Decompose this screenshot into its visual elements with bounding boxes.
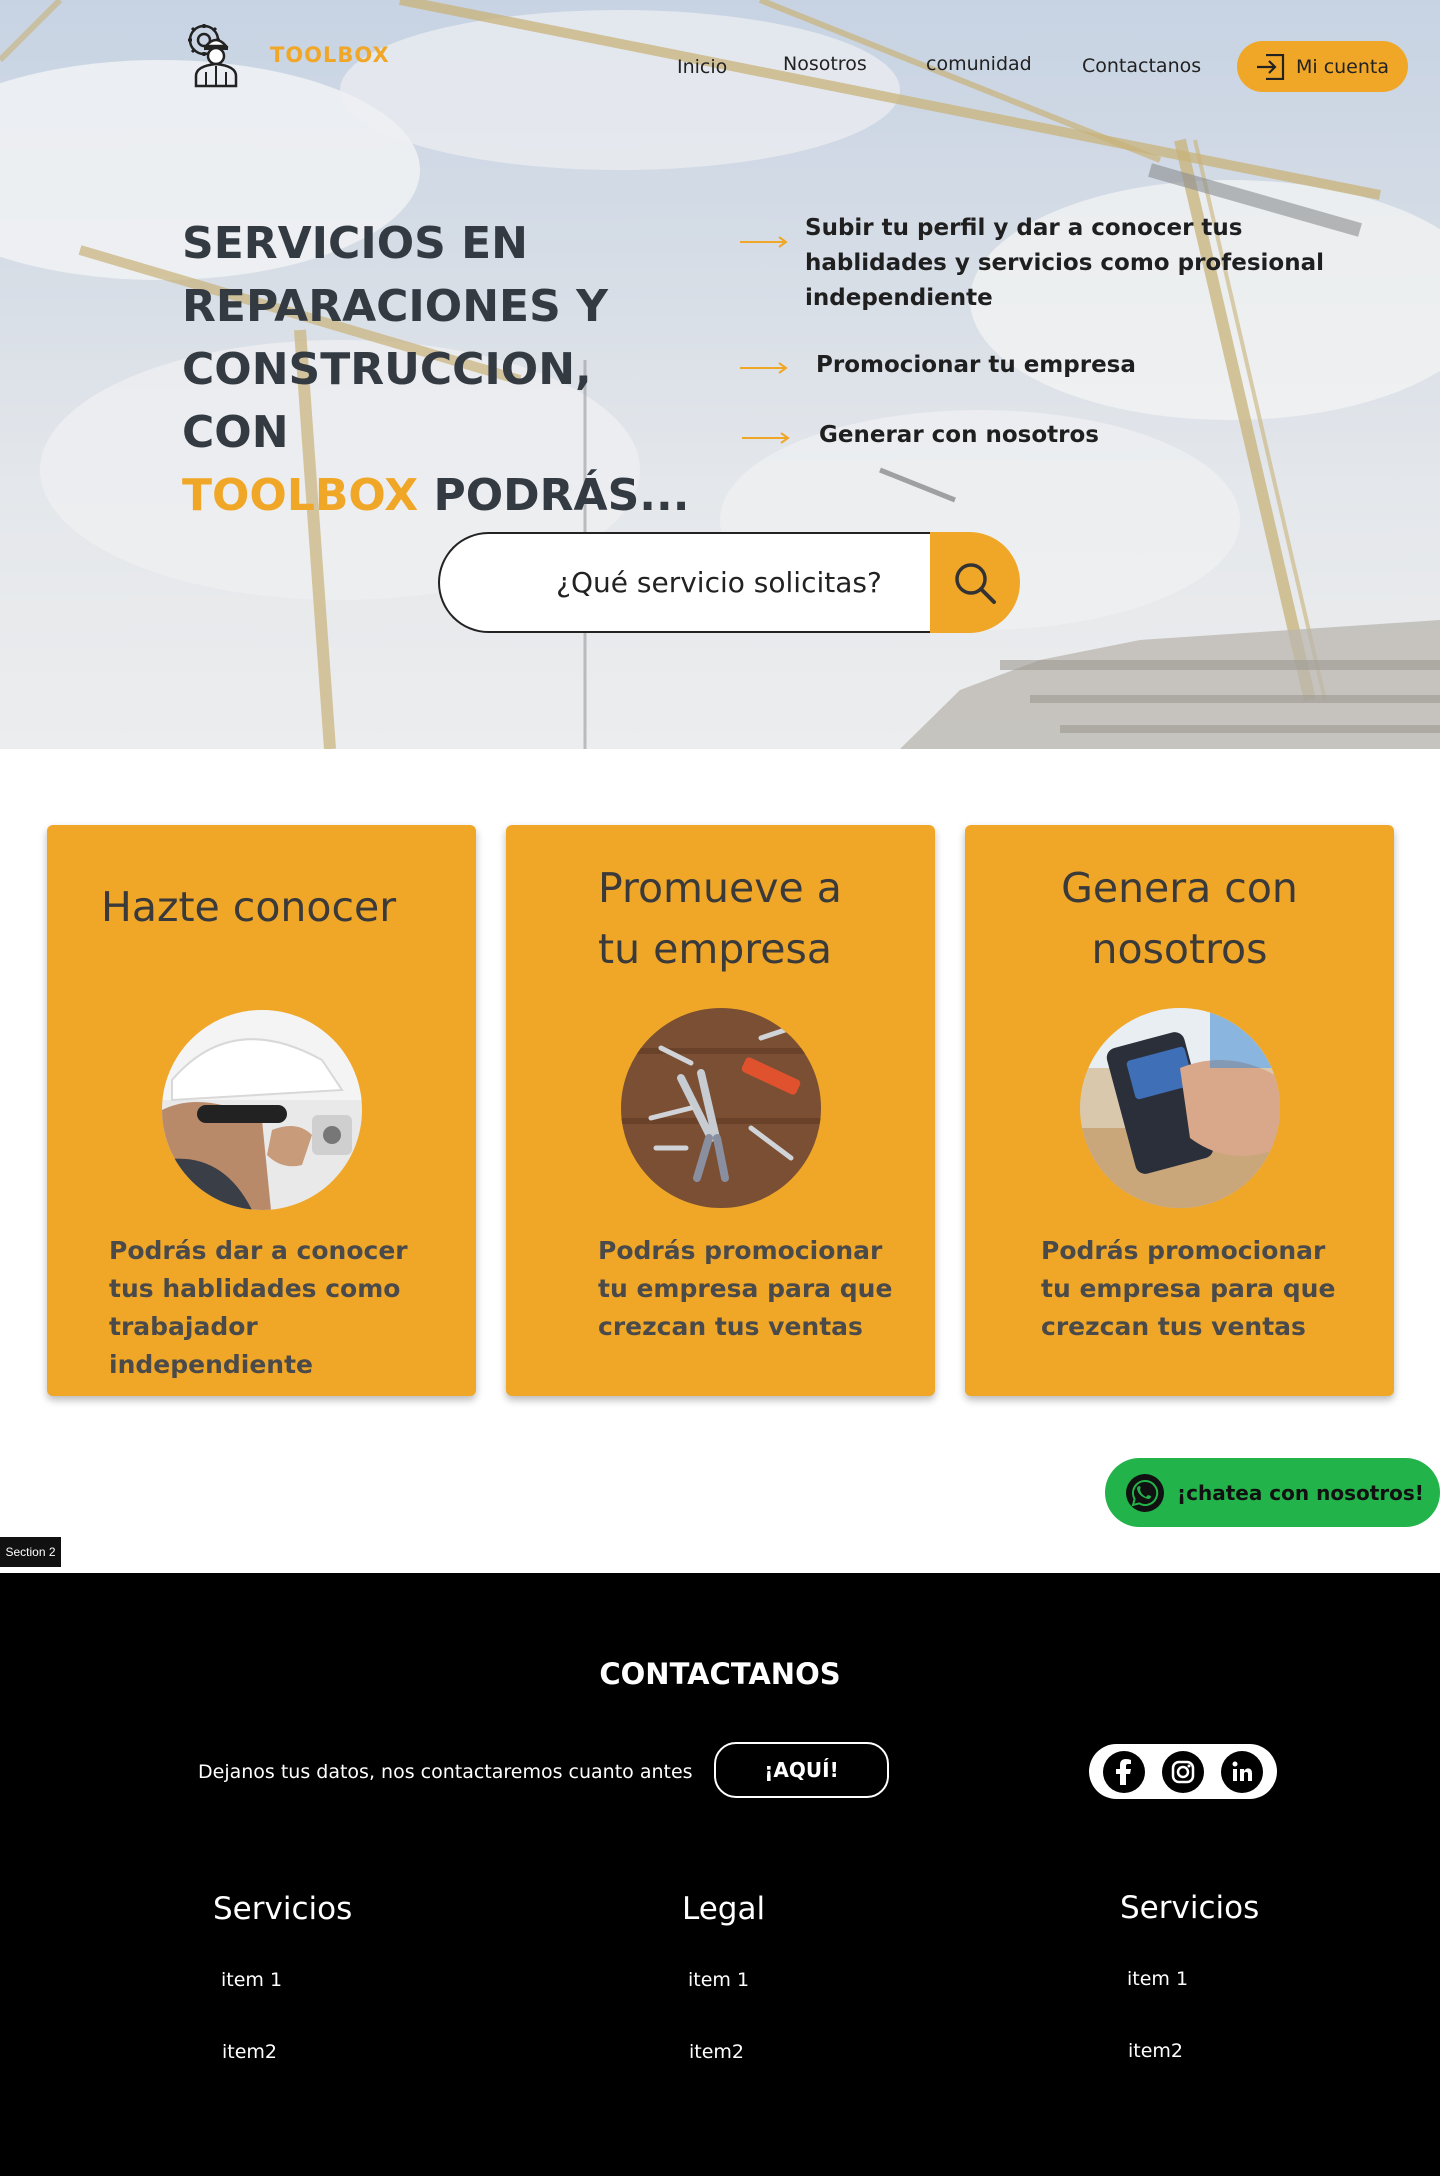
card-image-payment bbox=[1079, 1008, 1280, 1208]
brand-name: TOOLBOX bbox=[270, 43, 390, 67]
whatsapp-icon bbox=[1126, 1473, 1164, 1512]
footer-link[interactable]: item 1 bbox=[688, 1969, 749, 1991]
footer-column-title: Servicios bbox=[213, 1891, 353, 1927]
feature-card[interactable]: Promueve a tu empresa Podrás promocionar… bbox=[506, 825, 935, 1396]
whatsapp-label: ¡chatea con nosotros! bbox=[1177, 1480, 1424, 1505]
contact-here-button[interactable]: ¡AQUÍ! bbox=[714, 1742, 889, 1798]
account-label: Mi cuenta bbox=[1295, 55, 1390, 78]
worker-logo-icon bbox=[188, 24, 238, 88]
hero-title-line: REPARACIONES Y bbox=[182, 281, 608, 332]
nav-link-contactanos[interactable]: Contactanos bbox=[1082, 55, 1201, 77]
footer-link[interactable]: item2 bbox=[1128, 2040, 1183, 2062]
hero-title-line: TOOLBOX PODRÁS... bbox=[182, 464, 702, 527]
hero-feature-item: Generar con nosotros bbox=[819, 418, 1099, 453]
hero-title-accent: TOOLBOX bbox=[182, 470, 419, 521]
hero-feature-item: Promocionar tu empresa bbox=[816, 348, 1136, 383]
hero-feature-text: Generar con nosotros bbox=[819, 422, 1099, 448]
instagram-icon[interactable] bbox=[1161, 1750, 1204, 1793]
feature-card[interactable]: Hazte conocer Podrás dar a conocer tus h… bbox=[47, 825, 476, 1396]
hero-title-line: SERVICIOS EN bbox=[182, 218, 529, 269]
hero-title-end: PODRÁS... bbox=[418, 470, 690, 521]
card-image-tools bbox=[620, 1008, 821, 1208]
footer-link[interactable]: item 1 bbox=[221, 1969, 282, 1991]
facebook-icon[interactable] bbox=[1103, 1750, 1146, 1793]
footer-link[interactable]: item2 bbox=[222, 2041, 277, 2063]
arrow-right-icon bbox=[740, 362, 788, 374]
footer-link[interactable]: item 1 bbox=[1127, 1968, 1188, 1990]
hero-feature-item: Subir tu perfil y dar a conocer tus habl… bbox=[805, 211, 1325, 316]
search-icon bbox=[955, 562, 996, 604]
footer: CONTACTANOS Dejanos tus datos, nos conta… bbox=[0, 1573, 1440, 2176]
whatsapp-chat-button[interactable]: ¡chatea con nosotros! bbox=[1105, 1458, 1440, 1527]
account-button[interactable]: Mi cuenta bbox=[1237, 41, 1408, 92]
card-title: Genera con nosotros bbox=[1061, 864, 1298, 973]
brand-logo[interactable]: TOOLBOX bbox=[182, 22, 390, 88]
nav-link-comunidad[interactable]: comunidad bbox=[926, 53, 1032, 75]
login-icon bbox=[1256, 53, 1285, 80]
arrow-right-icon bbox=[740, 236, 788, 248]
footer-column-title: Servicios bbox=[1120, 1890, 1260, 1926]
section-label: Section 2 bbox=[0, 1537, 61, 1567]
card-description: Podrás dar a conocer tus hablidades como… bbox=[109, 1236, 408, 1379]
card-description: Podrás promocionar tu empresa para que c… bbox=[598, 1236, 893, 1341]
social-links bbox=[1089, 1744, 1277, 1799]
hero-feature-text: Promocionar tu empresa bbox=[816, 352, 1136, 378]
hero-feature-text: Subir tu perfil y dar a conocer tus habl… bbox=[805, 215, 1324, 311]
arrow-right-icon bbox=[742, 432, 790, 444]
hero-title-line: CONSTRUCCION, CON bbox=[182, 344, 592, 458]
nav-link-inicio[interactable]: Inicio bbox=[677, 56, 727, 78]
footer-column-title: Legal bbox=[682, 1891, 766, 1927]
hero-title: SERVICIOS EN REPARACIONES Y CONSTRUCCION… bbox=[182, 212, 702, 527]
card-image-worker bbox=[161, 1010, 362, 1210]
search-button[interactable] bbox=[930, 532, 1020, 633]
card-description: Podrás promocionar tu empresa para que c… bbox=[1041, 1236, 1336, 1341]
search-input[interactable]: ¿Qué servicio solicitas? bbox=[438, 532, 958, 633]
hero-section: TOOLBOX Inicio Nosotros comunidad Contac… bbox=[0, 0, 1440, 749]
footer-title: CONTACTANOS bbox=[599, 1657, 841, 1691]
feature-card[interactable]: Genera con nosotros Podrás promocionar t… bbox=[965, 825, 1394, 1396]
nav-link-nosotros[interactable]: Nosotros bbox=[783, 53, 867, 75]
card-title: Promueve a tu empresa bbox=[598, 864, 842, 973]
footer-message: Dejanos tus datos, nos contactaremos cua… bbox=[198, 1761, 693, 1783]
service-search: ¿Qué servicio solicitas? bbox=[438, 532, 1020, 633]
linkedin-icon[interactable] bbox=[1220, 1750, 1263, 1793]
card-title: Hazte conocer bbox=[101, 883, 397, 931]
footer-link[interactable]: item2 bbox=[689, 2041, 744, 2063]
